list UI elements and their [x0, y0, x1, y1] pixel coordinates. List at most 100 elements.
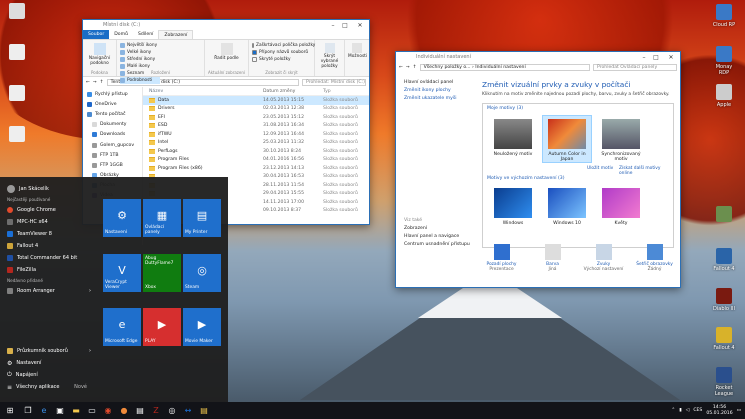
- link-mouse-pointers[interactable]: Změnit ukazatele myši: [404, 96, 476, 104]
- table-row[interactable]: Program Files (x86) 23.12.2013 14:13 Složk…: [143, 164, 369, 173]
- back-arrow-icon[interactable]: ←: [399, 65, 403, 70]
- nav-pane-button[interactable]: Navigační podokno: [86, 56, 113, 66]
- total-commander-icon[interactable]: ▤: [196, 402, 212, 419]
- table-row[interactable]: Intel 25.03.2013 11:32 Složka souborů: [143, 139, 369, 148]
- file-explorer-link[interactable]: Průzkumník souborů ›: [0, 345, 95, 357]
- notifications-icon[interactable]: ▭: [737, 408, 741, 413]
- tile-veracrypt-viewer[interactable]: V VeraCrypt Viewer: [103, 254, 141, 292]
- nav-quick-access[interactable]: Rychlý přístup: [83, 89, 142, 99]
- layout-medium-icons[interactable]: Střední ikony: [120, 56, 160, 63]
- start-button[interactable]: ⊞: [0, 402, 20, 419]
- desktop-icon[interactable]: [3, 126, 31, 144]
- hide-selected-button[interactable]: Skrýt vybrané položky: [318, 54, 341, 69]
- app-filezilla[interactable]: FileZilla: [0, 264, 95, 276]
- nav-documents[interactable]: Dokumenty: [83, 120, 142, 130]
- app-fallout4[interactable]: Fallout 4: [0, 240, 95, 252]
- desktop-icon[interactable]: [3, 85, 31, 103]
- file-extensions-checkbox[interactable]: Přípony názvů souborů: [252, 49, 311, 56]
- task-view-icon[interactable]: ❐: [20, 402, 36, 419]
- explorer-search-input[interactable]: Prohledat: Místní disk (C:): [302, 78, 366, 86]
- tile-microsoft-edge[interactable]: e Microsoft Edge: [103, 308, 141, 346]
- chrome-icon[interactable]: ◉: [100, 402, 116, 419]
- link-control-panel-home[interactable]: Hlavní ovládací panel: [404, 80, 476, 88]
- table-row[interactable]: Program Files 04.01.2016 16:56 Složka soub…: [143, 156, 369, 165]
- theme-windows10[interactable]: Windows 10: [543, 188, 591, 226]
- app-google-chrome[interactable]: Google Chrome: [0, 204, 95, 216]
- notepad-icon[interactable]: ▤: [132, 402, 148, 419]
- network-icon[interactable]: ▮: [679, 408, 682, 413]
- screen-saver-setting[interactable]: Šetřič obrazovky Žádný: [630, 244, 680, 282]
- tile-nastaven-[interactable]: ⚙ Nastavení: [103, 199, 141, 237]
- theme-windows[interactable]: Windows: [489, 188, 537, 226]
- desktop-icon-fallout4[interactable]: Fallout 4: [710, 248, 738, 272]
- app-total-commander[interactable]: Total Commander 64 bit: [0, 252, 95, 264]
- up-arrow-icon[interactable]: ↑: [413, 65, 417, 70]
- sounds-setting[interactable]: Zvuky Výchozí nastavení: [579, 244, 629, 282]
- desktop-icon-apple[interactable]: Apple: [710, 84, 738, 108]
- tile-ovl-dac-panely[interactable]: ▦ Ovládací panely: [143, 199, 181, 237]
- back-arrow-icon[interactable]: ←: [86, 80, 90, 85]
- tile-play[interactable]: ▶ PLAY: [143, 308, 181, 346]
- tile-xbox[interactable]: Abug DuttyFlame7 Xbox: [143, 254, 181, 292]
- forward-arrow-icon[interactable]: →: [406, 65, 410, 70]
- nav-ftp2[interactable]: FTP 1GGB: [83, 160, 142, 170]
- table-row[interactable]: Drivers 02.03.2013 12:38 Složka souborů: [143, 105, 369, 114]
- nav-this-pc[interactable]: Tento počítač: [83, 109, 142, 119]
- hidden-items-checkbox[interactable]: Skryté položky: [252, 56, 311, 63]
- desktop-icon-fallout4-b[interactable]: Fallout 4: [710, 327, 738, 351]
- item-checkboxes[interactable]: Zaškrtávací políčka položky: [252, 42, 315, 49]
- link-taskbar[interactable]: Hlavní panel a navigace: [404, 234, 470, 242]
- forward-arrow-icon[interactable]: →: [93, 80, 97, 85]
- column-name[interactable]: Název: [143, 89, 263, 94]
- tab-home[interactable]: Domů: [109, 30, 133, 39]
- settings-link[interactable]: ⚙ Nastavení: [0, 357, 95, 369]
- all-apps-button[interactable]: ≡ Všechny aplikace Nové: [0, 381, 95, 393]
- link-display[interactable]: Zobrazení: [404, 226, 470, 234]
- up-arrow-icon[interactable]: ↑: [100, 80, 104, 85]
- nav-golem[interactable]: Golem_gupcov: [83, 140, 142, 150]
- power-button[interactable]: ⏻ Napájení: [0, 369, 95, 381]
- table-row[interactable]: PerfLogs 30.10.2013 8:24 Složka souborů: [143, 147, 369, 156]
- online-themes-link[interactable]: Získat další motivy online: [619, 166, 673, 176]
- chevron-up-icon[interactable]: ⌃: [671, 408, 675, 413]
- layout-details[interactable]: Podrobnosti: [120, 77, 160, 84]
- store-icon[interactable]: ▣: [52, 402, 68, 419]
- desktop-icon[interactable]: [3, 3, 31, 21]
- table-row[interactable]: Data 14.05.2013 15:15 Složka souborů: [143, 96, 369, 105]
- explorer-titlebar[interactable]: Místní disk (C:) – □ ✕: [83, 20, 369, 30]
- app-mpc-hc[interactable]: MPC-HC x64: [0, 216, 95, 228]
- column-type[interactable]: Typ: [323, 89, 363, 94]
- tile-movie-maker[interactable]: ▶ Movie Maker: [183, 308, 221, 346]
- tab-share[interactable]: Sdílení: [133, 30, 158, 39]
- desktop-background-setting[interactable]: Pozadí plochy Prezentace: [477, 244, 527, 282]
- link-desktop-icons[interactable]: Změnit ikony plochy: [404, 88, 476, 96]
- tab-view[interactable]: Zobrazení: [158, 30, 194, 39]
- tab-file[interactable]: Soubor: [83, 30, 110, 39]
- desktop-icon[interactable]: [3, 44, 31, 62]
- save-theme-link[interactable]: Uložit motiv: [587, 166, 613, 171]
- close-button[interactable]: ✕: [351, 20, 369, 30]
- link-ease-of-access[interactable]: Centrum usnadnění přístupu: [404, 242, 470, 250]
- volume-icon[interactable]: ◁: [686, 408, 690, 413]
- tile-steam[interactable]: ◎ Steam: [183, 254, 221, 292]
- theme-autumn-japan[interactable]: Autumn Color in Japan: [542, 115, 592, 163]
- minimize-button[interactable]: –: [638, 52, 650, 62]
- filezilla-icon[interactable]: Z: [148, 402, 164, 419]
- table-row[interactable]: ifTWU 12.09.2013 16:44 Složka souborů: [143, 130, 369, 139]
- tile-my-printer[interactable]: ▤ My Printer: [183, 199, 221, 237]
- clock[interactable]: 14:56 05.01.2016: [706, 405, 732, 417]
- language-indicator[interactable]: CES: [693, 408, 702, 413]
- steam-icon[interactable]: ◎: [164, 402, 180, 419]
- nav-downloads[interactable]: Downloads: [83, 130, 142, 140]
- color-setting[interactable]: Barva Jiná: [528, 244, 578, 282]
- desktop-icon-diablo3[interactable]: Diablo III: [710, 288, 738, 312]
- desktop-icon-monay-rdp[interactable]: Monay RDP: [710, 46, 738, 76]
- firefox-icon[interactable]: ●: [116, 402, 132, 419]
- cp-address-bar[interactable]: Všechny položky o... › Individuální nast…: [419, 63, 590, 71]
- column-date[interactable]: Datum změny: [263, 89, 323, 94]
- table-row[interactable]: EFI 23.05.2013 15:12 Složka souborů: [143, 113, 369, 122]
- maximize-button[interactable]: □: [339, 20, 351, 30]
- file-explorer-icon[interactable]: ▬: [68, 402, 84, 419]
- theme-synced[interactable]: Synchronizovaný motiv: [597, 116, 645, 162]
- layout-xl-icons[interactable]: Největší ikony: [120, 42, 160, 49]
